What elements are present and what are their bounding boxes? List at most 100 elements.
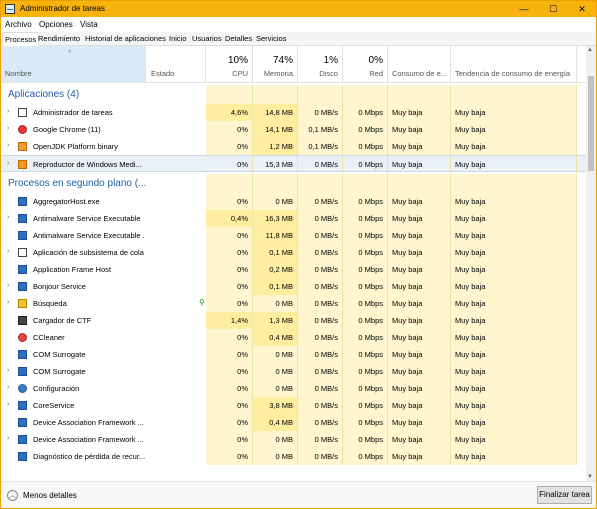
column-estado[interactable]: Estado	[146, 46, 206, 82]
process-row[interactable]: › Reproductor de Windows Medi... 0% 15,3 MB…	[1, 155, 586, 173]
process-row[interactable]: › COM Surrogate 0% 0 MB 0 MB/s 0 Mbps Muy baja…	[1, 363, 586, 380]
disk-value: 0 MB/s	[314, 350, 338, 359]
scroll-down-icon[interactable]: ▼	[587, 474, 593, 480]
cell-mem: 0 MB	[253, 363, 298, 380]
chevron-right-icon[interactable]: ›	[7, 142, 9, 149]
process-row[interactable]: Application Frame Host 0% 0,2 MB 0 MB/s 0 Mb…	[1, 261, 586, 278]
search-icon	[18, 299, 27, 308]
column-header: ^ Nombre Estado 10% CPU 74% Memoria 1% D…	[1, 46, 586, 83]
chevron-right-icon[interactable]: ›	[7, 384, 9, 391]
process-row[interactable]: › Aplicación de subsistema de cola 0% 0,1 M…	[1, 244, 586, 261]
cell-trend: Muy baja	[451, 278, 577, 295]
process-icon	[18, 418, 27, 427]
chevron-up-icon[interactable]: ︿	[7, 490, 18, 501]
cell-disk: 0 MB/s	[298, 104, 343, 121]
process-row[interactable]: › Device Association Framework ... 0% 0 MB 0…	[1, 431, 586, 448]
maximize-button[interactable]: ☐	[539, 1, 567, 17]
tab-detalles[interactable]: Detalles	[225, 34, 252, 43]
cell-mem: 16,3 MB	[253, 210, 298, 227]
chevron-right-icon[interactable]: ›	[7, 214, 9, 221]
process-row[interactable]: COM Surrogate 0% 0 MB 0 MB/s 0 Mbps Muy baja M…	[1, 346, 586, 363]
tab-rendimiento[interactable]: Rendimiento	[38, 34, 80, 43]
group-heat-cell	[206, 174, 253, 193]
tab-inicio[interactable]: Inicio	[169, 34, 187, 43]
task-manager-icon	[18, 108, 27, 117]
cell-cpu: 0%	[206, 363, 253, 380]
process-row[interactable]: › Configuración 0% 0 MB 0 MB/s 0 Mbps Muy baja…	[1, 380, 586, 397]
menu-opciones[interactable]: Opciones	[39, 20, 73, 29]
title-bar[interactable]: Administrador de tareas — ☐ ✕	[1, 1, 596, 17]
process-row[interactable]: › OpenJDK Platform binary 0% 1,2 MB 0,1 MB/s…	[1, 138, 586, 155]
cell-trend: Muy baja	[451, 312, 577, 329]
cell-net: 0 Mbps	[343, 278, 388, 295]
cpu-value: 4,6%	[230, 108, 248, 117]
trend-value: Muy baja	[455, 367, 486, 376]
chevron-right-icon[interactable]: ›	[7, 299, 9, 306]
tab-usuarios[interactable]: Usuarios	[192, 34, 222, 43]
chevron-right-icon[interactable]: ›	[7, 248, 9, 255]
trend-value: Muy baja	[455, 125, 486, 134]
power-value: Muy baja	[392, 418, 423, 427]
cell-power: Muy baja	[388, 329, 451, 346]
cell-disk: 0 MB/s	[298, 156, 343, 173]
chevron-right-icon[interactable]: ›	[7, 435, 9, 442]
process-name: Aplicación de subsistema de cola	[33, 248, 144, 257]
process-row[interactable]: › Bonjour Service 0% 0,1 MB 0 MB/s 0 Mbps Muy …	[1, 278, 586, 295]
column-tendencia[interactable]: Tendencia de consumo de energía	[451, 46, 577, 82]
process-row[interactable]: › Búsqueda ⚲ 0% 0 MB 0 MB/s 0 Mbps Muy baja Muy …	[1, 295, 586, 312]
disk-value: 0 MB/s	[314, 367, 338, 376]
process-row[interactable]: › Google Chrome (11) 0% 14,1 MB 0,1 MB/s 0 Mb…	[1, 121, 586, 138]
process-row[interactable]: › CoreService 0% 3,8 MB 0 MB/s 0 Mbps Muy baja…	[1, 397, 586, 414]
process-row[interactable]: AggregatorHost.exe 0% 0 MB 0 MB/s 0 Mbps Muy …	[1, 193, 586, 210]
mem-value: 14,1 MB	[265, 125, 293, 134]
column-consumo[interactable]: Consumo de e...	[388, 46, 451, 82]
menu-archivo[interactable]: Archivo	[5, 20, 32, 29]
tab-procesos[interactable]: Procesos	[2, 32, 40, 46]
chevron-right-icon[interactable]: ›	[7, 282, 9, 289]
process-row[interactable]: CCleaner 0% 0,4 MB 0 MB/s 0 Mbps Muy baja Muy …	[1, 329, 586, 346]
group-header[interactable]: Procesos en segundo plano (...	[1, 174, 586, 193]
fewer-details-link[interactable]: Menos detalles	[23, 491, 77, 500]
mem-value: 0,1 MB	[269, 282, 293, 291]
column-nombre[interactable]: ^ Nombre	[1, 46, 146, 82]
process-row[interactable]: Device Association Framework ... 0% 0,4 MB…	[1, 414, 586, 431]
column-estado-label: Estado	[151, 69, 175, 78]
cpu-value: 0%	[237, 384, 248, 393]
tab-historial[interactable]: Historial de aplicaciones	[85, 34, 166, 43]
column-disco[interactable]: 1% Disco	[298, 46, 343, 82]
cell-mem: 11,8 MB	[253, 227, 298, 244]
group-heat-cell	[388, 85, 451, 104]
process-row[interactable]: › Antimalware Service Executable 0,4% 16,3 …	[1, 210, 586, 227]
chevron-right-icon[interactable]: ›	[7, 160, 9, 167]
tab-servicios[interactable]: Servicios	[256, 34, 286, 43]
end-task-button[interactable]: Finalizar tarea	[537, 486, 592, 504]
column-red[interactable]: 0% Red	[343, 46, 388, 82]
process-icon	[18, 282, 27, 291]
process-icon	[18, 350, 27, 359]
scroll-thumb[interactable]	[588, 76, 594, 171]
process-row[interactable]: Antimalware Service Executable ... 0% 11,8…	[1, 227, 586, 244]
process-row[interactable]: Diagnóstico de pérdida de recur... 0% 0 MB…	[1, 448, 586, 465]
power-value: Muy baja	[392, 299, 423, 308]
minimize-button[interactable]: —	[510, 1, 538, 17]
disk-total: 1%	[323, 55, 338, 66]
chevron-right-icon[interactable]: ›	[7, 108, 9, 115]
close-button[interactable]: ✕	[568, 1, 596, 17]
cpu-total: 10%	[227, 55, 248, 66]
cell-net: 0 Mbps	[343, 261, 388, 278]
mem-value: 0 MB	[275, 197, 293, 206]
group-header[interactable]: Aplicaciones (4)	[1, 85, 586, 104]
process-row[interactable]: › Administrador de tareas 4,6% 14,8 MB 0 MB/…	[1, 104, 586, 121]
column-memoria[interactable]: 74% Memoria	[253, 46, 298, 82]
suspended-leaf-icon: ⚲	[199, 298, 205, 307]
vertical-scrollbar[interactable]: ▲ ▼	[586, 46, 596, 481]
chevron-right-icon[interactable]: ›	[7, 367, 9, 374]
cell-trend: Muy baja	[451, 138, 577, 155]
chevron-right-icon[interactable]: ›	[7, 401, 9, 408]
column-cpu[interactable]: 10% CPU	[206, 46, 253, 82]
scroll-up-icon[interactable]: ▲	[587, 47, 593, 53]
process-row[interactable]: Cargador de CTF 1,4% 1,3 MB 0 MB/s 0 Mbps Muy…	[1, 312, 586, 329]
menu-vista[interactable]: Vista	[80, 20, 98, 29]
process-name: AggregatorHost.exe	[33, 197, 100, 206]
chevron-right-icon[interactable]: ›	[7, 125, 9, 132]
